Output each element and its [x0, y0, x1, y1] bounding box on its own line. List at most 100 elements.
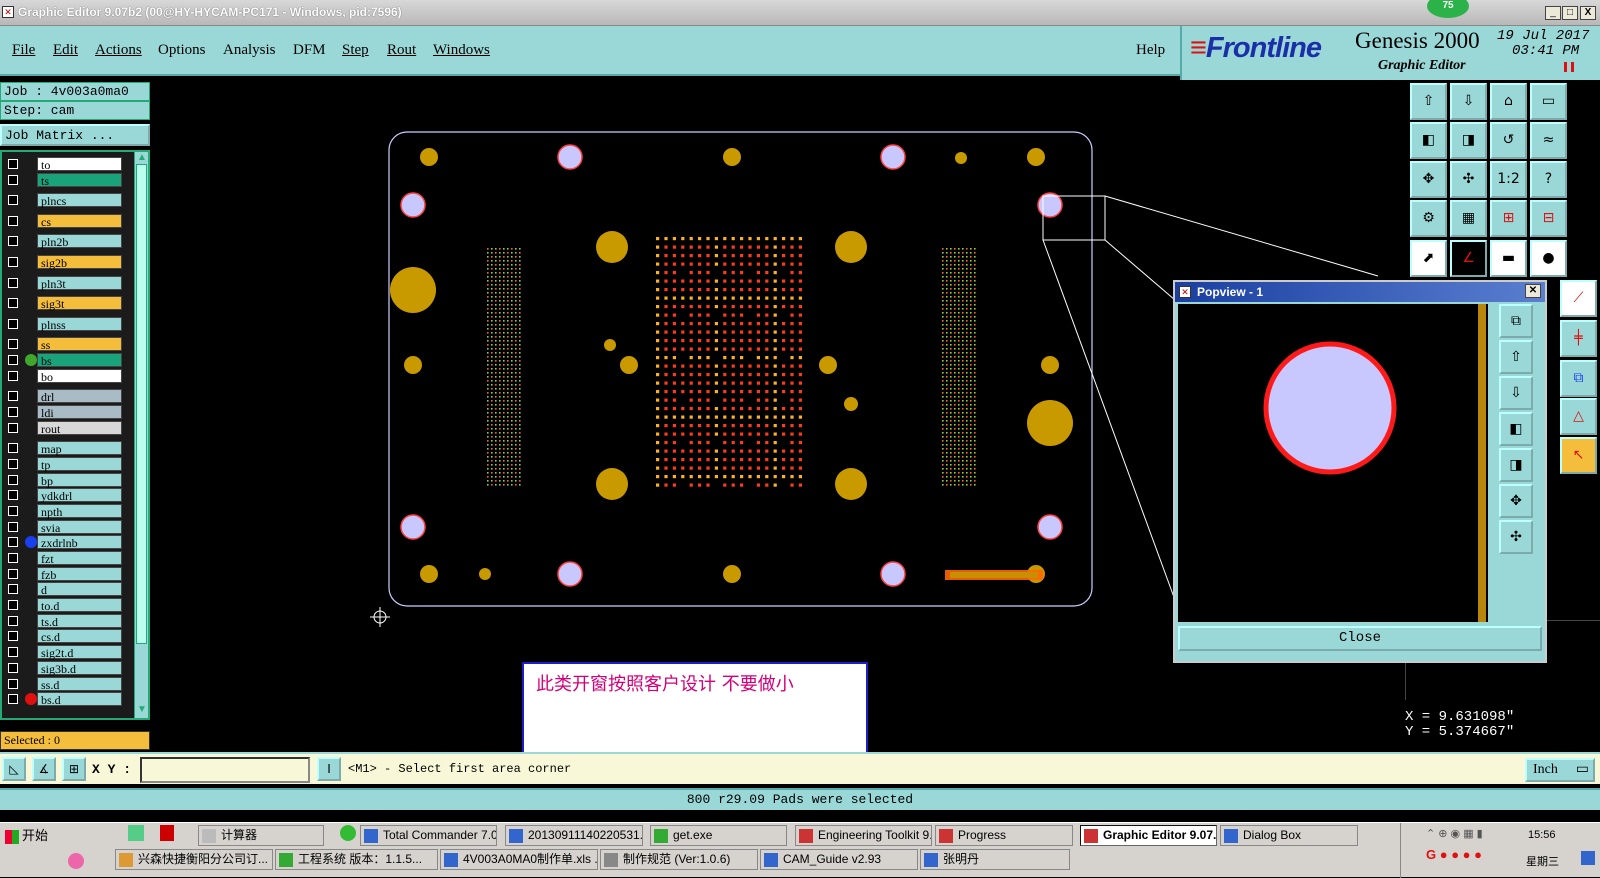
taskbar-button[interactable]: Total Commander 7.0... — [360, 825, 497, 846]
tool-snap-icon[interactable]: ⬈ — [1410, 240, 1447, 277]
pv-zoom-in-icon[interactable]: ✥ — [1499, 484, 1533, 518]
quicklaunch-ie-icon[interactable] — [340, 825, 356, 841]
layer-checkbox[interactable] — [8, 423, 18, 433]
layer-row-zxdrlnb[interactable]: zxdrlnb — [5, 535, 122, 550]
scroll-up-icon[interactable]: ▲ — [137, 152, 147, 163]
layer-row-svia[interactable]: svia — [5, 520, 122, 535]
layer-checkbox[interactable] — [8, 298, 18, 308]
quicklaunch-pdf-icon[interactable] — [160, 825, 174, 841]
layer-checkbox[interactable] — [8, 195, 18, 205]
layer-scrollbar[interactable]: ▲ ▼ — [134, 152, 148, 718]
cmd-draw-icon[interactable]: ◺ — [2, 757, 26, 781]
tool-copy-icon[interactable]: ⧉ — [1560, 360, 1597, 397]
layer-row-bp[interactable]: bp — [5, 473, 122, 488]
layer-checkbox[interactable] — [8, 490, 18, 500]
layer-row-bs-d[interactable]: bs.d — [5, 692, 122, 707]
pv-fit-icon[interactable]: ⧉ — [1499, 304, 1533, 338]
layer-row-cs[interactable]: cs — [5, 214, 122, 229]
pv-down-icon[interactable]: ⇩ — [1499, 376, 1533, 410]
layer-checkbox[interactable] — [8, 216, 18, 226]
layer-checkbox[interactable] — [8, 278, 18, 288]
layer-row-tp[interactable]: tp — [5, 457, 122, 472]
layer-checkbox[interactable] — [8, 600, 18, 610]
tool-grid-icon[interactable]: ▦ — [1450, 200, 1487, 237]
menu-dfm[interactable]: DFM — [293, 42, 326, 59]
taskbar-button[interactable]: 制作规范 (Ver:1.0.6) — [600, 849, 758, 870]
taskbar-button[interactable]: 4V003A0MA0制作单.xls ... — [440, 849, 598, 870]
layer-row-bo[interactable]: bo — [5, 369, 122, 384]
layer-row-sig2t-d[interactable]: sig2t.d — [5, 645, 122, 660]
layer-checkbox[interactable] — [8, 584, 18, 594]
pause-icon[interactable] — [1564, 62, 1574, 72]
tool-angle-icon[interactable]: ∠ — [1450, 240, 1487, 277]
menu-edit[interactable]: Edit — [53, 42, 78, 59]
layer-row-npth[interactable]: npth — [5, 504, 122, 519]
taskbar-button[interactable]: 兴森快捷衡阳分公司订... — [115, 849, 273, 870]
quicklaunch-icon[interactable] — [68, 853, 84, 869]
tool-net2-icon[interactable]: ⊟ — [1530, 200, 1567, 237]
taskbar-button[interactable]: Dialog Box — [1220, 825, 1358, 846]
cmd-grid-icon[interactable]: ⊞ — [62, 757, 86, 781]
tool-route-select-icon[interactable]: ↖ — [1560, 437, 1597, 474]
tool-undo-zoom-icon[interactable]: ↺ — [1490, 122, 1527, 159]
layer-checkbox[interactable] — [8, 355, 18, 365]
close-window-button[interactable]: X — [1580, 6, 1596, 20]
layer-checkbox[interactable] — [8, 522, 18, 532]
popview-close-icon[interactable]: ✕ — [1525, 284, 1541, 298]
layer-checkbox[interactable] — [8, 391, 18, 401]
tool-film-icon[interactable]: ╪ — [1560, 320, 1597, 357]
taskbar-button[interactable]: CAM_Guide v2.93 — [760, 849, 918, 870]
layer-row-ts-d[interactable]: ts.d — [5, 614, 122, 629]
tool-net-icon[interactable]: ⊞ — [1490, 200, 1527, 237]
layer-checkbox[interactable] — [8, 475, 18, 485]
layer-checkbox[interactable] — [8, 339, 18, 349]
layer-row-fzt[interactable]: fzt — [5, 551, 122, 566]
layer-row-to-d[interactable]: to.d — [5, 598, 122, 613]
layer-row-map[interactable]: map — [5, 441, 122, 456]
xy-input[interactable] — [140, 757, 310, 783]
layer-checkbox[interactable] — [8, 319, 18, 329]
layer-row-bs[interactable]: bs — [5, 353, 122, 368]
cmd-cursor-icon[interactable]: I — [317, 757, 341, 781]
start-button[interactable]: 开始 — [2, 825, 54, 849]
menu-windows[interactable]: Windows — [433, 42, 490, 59]
layer-row-plncs[interactable]: plncs — [5, 193, 122, 208]
clock-time[interactable]: 15:56 — [1528, 829, 1556, 841]
layer-row-sig2b[interactable]: sig2b — [5, 255, 122, 270]
tool-pan-right-icon[interactable]: ◨ — [1450, 122, 1487, 159]
menu-analysis[interactable]: Analysis — [223, 42, 276, 59]
maximize-button[interactable]: □ — [1562, 6, 1578, 20]
popview-close-button[interactable]: Close — [1178, 626, 1542, 651]
layer-row-d[interactable]: d — [5, 582, 122, 597]
layer-checkbox[interactable] — [8, 553, 18, 563]
layer-checkbox[interactable] — [8, 175, 18, 185]
layer-checkbox[interactable] — [8, 459, 18, 469]
tool-step-down-icon[interactable]: ⇩ — [1450, 83, 1487, 120]
layer-row-cs-d[interactable]: cs.d — [5, 629, 122, 644]
cmd-angle-icon[interactable]: ∡ — [32, 757, 56, 781]
menu-actions[interactable]: Actions — [95, 42, 142, 59]
show-desktop-icon[interactable] — [1581, 851, 1595, 865]
layer-checkbox[interactable] — [8, 647, 18, 657]
layer-row-pln3t[interactable]: pln3t — [5, 276, 122, 291]
layer-row-sig3b-d[interactable]: sig3b.d — [5, 661, 122, 676]
taskbar-button[interactable]: Progress — [935, 825, 1073, 846]
pv-up-icon[interactable]: ⇧ — [1499, 340, 1533, 374]
layer-checkbox[interactable] — [8, 616, 18, 626]
pv-zoom-out-icon[interactable]: ✣ — [1499, 520, 1533, 554]
layer-checkbox[interactable] — [8, 506, 18, 516]
taskbar-button[interactable]: 张明丹 — [920, 849, 1070, 870]
layer-row-ts[interactable]: ts — [5, 173, 122, 188]
tool-line-icon[interactable]: ⟋ — [1560, 280, 1597, 317]
layer-row-to[interactable]: to — [5, 157, 122, 172]
clock-day[interactable]: 星期三 — [1526, 853, 1559, 869]
tool-shape-icon[interactable]: △ — [1560, 398, 1597, 435]
notification-badge[interactable]: 75 — [1427, 0, 1469, 18]
pv-left-icon[interactable]: ◧ — [1499, 412, 1533, 446]
layer-row-fzb[interactable]: fzb — [5, 567, 122, 582]
taskbar-button[interactable]: 计算器 — [198, 825, 324, 846]
menu-file[interactable]: File — [12, 42, 35, 59]
scroll-thumb[interactable] — [136, 164, 147, 644]
tool-center-icon[interactable]: ✣ — [1450, 161, 1487, 198]
layer-checkbox[interactable] — [8, 663, 18, 673]
